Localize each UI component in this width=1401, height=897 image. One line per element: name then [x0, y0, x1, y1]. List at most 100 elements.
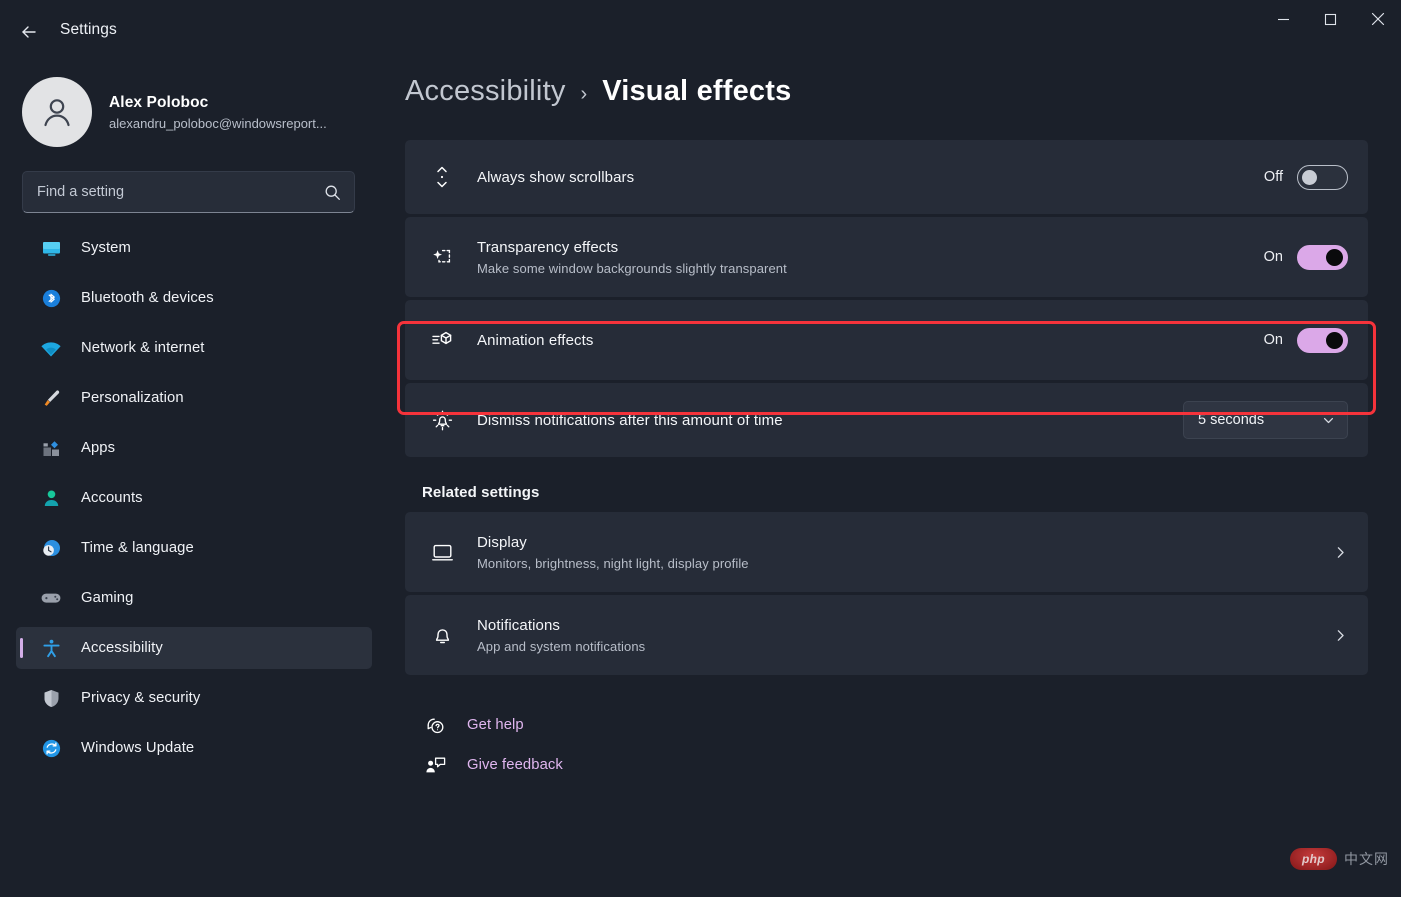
accounts-icon	[40, 487, 62, 509]
sidebar-item-label: Accounts	[81, 490, 143, 506]
content-pane: Accessibility › Visual effects Always sh…	[388, 62, 1401, 897]
setting-row-always-show-scrollbars[interactable]: Always show scrollbars Off	[405, 140, 1368, 214]
sidebar-item-system[interactable]: System	[16, 227, 372, 269]
sidebar-item-label: Gaming	[81, 590, 134, 606]
close-icon[interactable]	[1354, 0, 1401, 38]
sidebar-item-label: Windows Update	[81, 740, 195, 756]
toggle-knob	[1302, 169, 1317, 185]
link-label: Give feedback	[467, 757, 563, 773]
title-bar: Settings	[0, 0, 1401, 62]
toggle-knob	[1326, 331, 1343, 349]
get-help-link[interactable]: Get help	[422, 705, 1368, 745]
toggle-state-label: On	[1263, 332, 1283, 348]
transparency-sparkle-icon	[427, 242, 457, 272]
related-settings-heading: Related settings	[422, 484, 540, 501]
gamepad-icon	[40, 587, 62, 609]
toggle-knob	[1326, 248, 1343, 266]
search-icon[interactable]	[324, 184, 341, 201]
sidebar-item-label: Time & language	[81, 540, 194, 556]
sidebar-item-bluetooth-devices[interactable]: Bluetooth & devices	[16, 277, 372, 319]
app-title: Settings	[60, 21, 117, 38]
user-avatar-icon	[22, 77, 92, 147]
link-label: Get help	[467, 717, 524, 733]
system-icon	[40, 237, 62, 259]
dismiss-time-dropdown[interactable]: 5 seconds	[1183, 401, 1348, 439]
related-subtitle: App and system notifications	[477, 638, 646, 654]
breadcrumb-parent[interactable]: Accessibility	[405, 75, 566, 108]
scrollbar-vertical-icon	[427, 162, 457, 192]
wifi-icon	[40, 337, 62, 359]
setting-row-animation-effects[interactable]: Animation effects On	[405, 300, 1368, 380]
back-button[interactable]	[12, 16, 46, 48]
related-item-display[interactable]: Display Monitors, brightness, night ligh…	[405, 512, 1368, 592]
feedback-person-bubble-icon	[422, 752, 448, 778]
sidebar-item-label: Bluetooth & devices	[81, 290, 214, 306]
maximize-icon[interactable]	[1307, 0, 1354, 38]
sidebar-nav: System Bluetooth & devices Network & int…	[0, 227, 388, 769]
sidebar-item-label: System	[81, 240, 131, 256]
settings-window: Settings Alex Poloboc alexandru_poloboc@…	[0, 0, 1401, 897]
account-name: Alex Poloboc	[109, 93, 209, 111]
sidebar-item-windows-update[interactable]: Windows Update	[16, 727, 372, 769]
sidebar-item-gaming[interactable]: Gaming	[16, 577, 372, 619]
give-feedback-link[interactable]: Give feedback	[422, 745, 1368, 785]
transparency-effects-toggle[interactable]	[1297, 244, 1348, 270]
toggle-state-label: On	[1263, 249, 1283, 265]
clock-globe-icon	[40, 537, 62, 559]
sidebar-item-label: Privacy & security	[81, 690, 201, 706]
setting-subtitle: Make some window backgrounds slightly tr…	[477, 260, 787, 276]
window-controls	[1260, 0, 1401, 38]
setting-title: Transparency effects	[477, 238, 619, 256]
bell-icon	[427, 620, 457, 650]
sidebar-item-label: Apps	[81, 440, 116, 456]
sidebar-item-personalization[interactable]: Personalization	[16, 377, 372, 419]
search-input[interactable]	[23, 184, 354, 200]
watermark-badge: php	[1290, 848, 1337, 870]
setting-row-dismiss-notifications[interactable]: Dismiss notifications after this amount …	[405, 383, 1368, 457]
dropdown-selected-value: 5 seconds	[1198, 412, 1265, 428]
chevron-down-icon	[1322, 414, 1335, 427]
animation-motion-icon	[427, 325, 457, 355]
related-title: Notifications	[477, 616, 561, 634]
chevron-right-icon	[1333, 628, 1348, 643]
setting-row-transparency-effects[interactable]: Transparency effects Make some window ba…	[405, 217, 1368, 297]
help-links: Get help Give feedback	[422, 705, 1368, 785]
accessibility-person-icon	[40, 637, 62, 659]
account-block[interactable]: Alex Poloboc alexandru_poloboc@windowsre…	[0, 62, 388, 154]
toggle-state-label: Off	[1263, 169, 1283, 185]
related-item-notifications[interactable]: Notifications App and system notificatio…	[405, 595, 1368, 675]
account-email: alexandru_poloboc@windowsreport...	[109, 115, 327, 131]
animation-effects-toggle[interactable]	[1297, 327, 1348, 353]
settings-list: Always show scrollbars Off Transparency …	[405, 140, 1368, 785]
setting-title: Animation effects	[477, 331, 594, 349]
shield-icon	[40, 687, 62, 709]
notification-bell-alert-icon	[427, 405, 457, 435]
sidebar-item-label: Accessibility	[81, 640, 163, 656]
sidebar-item-time-language[interactable]: Time & language	[16, 527, 372, 569]
setting-title: Dismiss notifications after this amount …	[477, 411, 783, 429]
sidebar-item-privacy-security[interactable]: Privacy & security	[16, 677, 372, 719]
breadcrumb: Accessibility › Visual effects	[388, 62, 1401, 108]
help-question-bubble-icon	[422, 712, 448, 738]
update-refresh-icon	[40, 737, 62, 759]
sidebar-item-accounts[interactable]: Accounts	[16, 477, 372, 519]
paintbrush-icon	[40, 387, 62, 409]
related-subtitle: Monitors, brightness, night light, displ…	[477, 555, 749, 571]
sidebar-item-label: Network & internet	[81, 340, 205, 356]
related-title: Display	[477, 533, 527, 551]
minimize-icon[interactable]	[1260, 0, 1307, 38]
search-box[interactable]	[22, 171, 355, 213]
chevron-right-icon	[1333, 545, 1348, 560]
sidebar-item-network-internet[interactable]: Network & internet	[16, 327, 372, 369]
sidebar-item-apps[interactable]: Apps	[16, 427, 372, 469]
apps-icon	[40, 437, 62, 459]
watermark: php 中文网	[1290, 848, 1389, 870]
display-monitor-icon	[427, 537, 457, 567]
setting-title: Always show scrollbars	[477, 168, 635, 186]
page-title: Visual effects	[602, 75, 792, 107]
sidebar-item-accessibility[interactable]: Accessibility	[16, 627, 372, 669]
always-show-scrollbars-toggle[interactable]	[1297, 164, 1348, 190]
sidebar: Alex Poloboc alexandru_poloboc@windowsre…	[0, 62, 388, 897]
breadcrumb-separator-icon: ›	[580, 83, 588, 105]
watermark-text: 中文网	[1344, 851, 1389, 867]
